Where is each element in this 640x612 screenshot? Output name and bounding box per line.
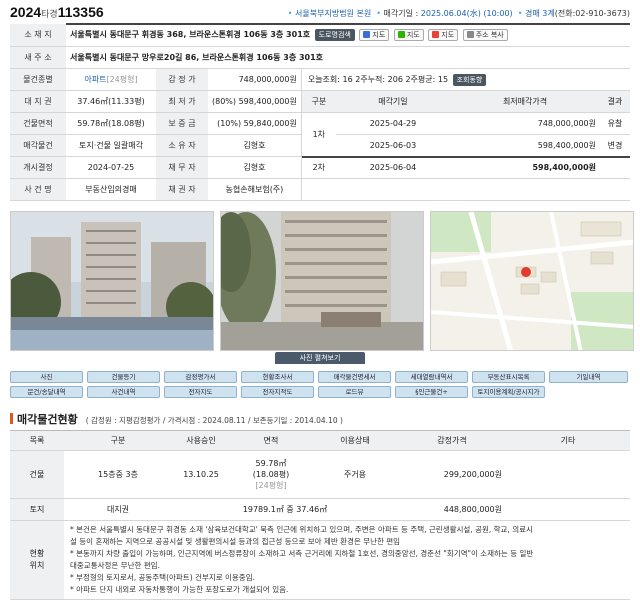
- land-value: 37.46㎡(11.33평): [66, 90, 156, 113]
- history-header: 결과: [600, 90, 630, 113]
- building-photo-2[interactable]: [220, 211, 424, 351]
- tab-nearby[interactable]: §인근물건+: [395, 386, 468, 398]
- new-address-value: 서울특별시 동대문구 망우로20길 86, 브라운스톤휘경 106동 3층 30…: [70, 52, 324, 62]
- history-header: 매각기일: [335, 90, 451, 113]
- naver-map-button[interactable]: 지도: [393, 29, 424, 42]
- division-phone: (전화:02-910-3673): [554, 9, 630, 18]
- photo-strip: [10, 211, 636, 354]
- goods-header: 목록: [10, 430, 64, 451]
- section-marker: [10, 413, 13, 424]
- min-price-label: 최 저 가: [156, 90, 208, 113]
- google-map-button[interactable]: 지도: [428, 29, 459, 42]
- case-header: 2024타경113356 • 서울북부지방법원 본원 • 매각기일 : 2025…: [10, 4, 630, 22]
- tab-status-survey[interactable]: 현황조사서: [241, 371, 314, 383]
- history-row-current: 2차 2025-06-04 598,400,000원: [301, 155, 630, 179]
- appraisal-label: 감 정 가: [156, 68, 208, 91]
- goods-row-building: 건물 15층중 3층 13.10.25 59.78㎡ (18.08평) [24평…: [10, 450, 630, 499]
- location-map[interactable]: [430, 211, 634, 351]
- debtor-value: 김형호: [208, 156, 302, 179]
- tab-documents[interactable]: 문건/송달내역: [10, 386, 83, 398]
- building-area-value: 59.78㎡(18.08평): [66, 112, 156, 135]
- copy-address-button[interactable]: 주소 복사: [462, 29, 508, 42]
- type-value: 아파트: [84, 74, 107, 84]
- tab-household-list[interactable]: 세대열람내역서: [395, 371, 468, 383]
- type-label: 물건종별: [10, 68, 66, 91]
- photo-gallery-button[interactable]: 사진 펼쳐보기: [275, 352, 365, 364]
- goods-row-land: 토지 대지권 19789.1㎡ 중 37.46㎡ 448,800,000원: [10, 498, 630, 521]
- history-header: 구분: [301, 90, 336, 113]
- division: 경매 3계: [525, 9, 555, 18]
- goods-row-status: 현황 위치 * 본건은 서울특별시 동대문구 휘경동 소재 '삼육보건대학교' 북…: [10, 520, 630, 600]
- history-row: 1차 2025-04-29 748,000,000원 유찰: [301, 112, 630, 157]
- goods-header: 면적: [230, 430, 312, 451]
- history-header: 최저매각가격: [450, 90, 600, 113]
- land-label: 대 지 권: [10, 90, 66, 113]
- case-meta: • 서울북부지방법원 본원 • 매각기일 : 2025.06.04(水) (10…: [287, 9, 630, 18]
- tab-roadview[interactable]: 로드뷰: [318, 386, 391, 398]
- goods-header: 사용승인: [172, 430, 230, 451]
- type-size: [24평형]: [106, 74, 138, 84]
- sale-date: 2025.06.04(水) (10:00): [420, 9, 513, 18]
- court-link[interactable]: 서울북부지방법원 본원: [295, 9, 371, 18]
- tab-appraisal[interactable]: 감정평가서: [164, 371, 237, 383]
- tab-date-history[interactable]: 기일내역: [549, 371, 628, 383]
- daum-icon: [363, 31, 371, 39]
- tab-building-registry[interactable]: 건물등기: [87, 371, 160, 383]
- history-row: 2025-06-03 598,400,000원 변경: [302, 134, 630, 157]
- copy-icon: [466, 31, 474, 39]
- deposit-value: (10%) 59,840,000원: [208, 112, 302, 135]
- creditor-label: 채 권 자: [156, 178, 208, 201]
- naver-icon: [397, 31, 405, 39]
- deposit-label: 보 증 금: [156, 112, 208, 135]
- goods-table: 목록 구분 사용승인 면적 이용상태 감정가격 기타 건물 15층중 3층 13…: [10, 430, 630, 600]
- address-label: 소 재 지: [10, 24, 66, 47]
- section-title: 매각물건현황( 감정원 : 지평감정평가 / 가격시점 : 2024.08.11…: [10, 411, 343, 427]
- tab-photos[interactable]: 사진: [10, 371, 83, 383]
- building-area-label: 건물면적: [10, 112, 66, 135]
- casename-label: 사 건 명: [10, 178, 66, 201]
- case-info-table: 소 재 지 서울특별시 동대문구 휘경동 368, 브라운스톤휘경 106동 3…: [10, 23, 630, 201]
- google-icon: [432, 31, 440, 39]
- views-stats: 오늘조회: 16 2주누적: 206 2주평균: 15 조회동향: [301, 69, 630, 91]
- tab-e-map[interactable]: 전자지도: [164, 386, 237, 398]
- owner-value: 김형호: [208, 134, 302, 157]
- address-value: 서울특별시 동대문구 휘경동 368, 브라운스톤휘경 106동 3층 301호: [70, 30, 311, 40]
- goods-header: 이용상태: [312, 430, 398, 451]
- view-trend-button[interactable]: 조회동향: [452, 73, 487, 86]
- tab-sale-specification[interactable]: 매각물건명세서: [318, 371, 391, 383]
- section-subtitle: ( 감정원 : 지평감정평가 / 가격시점 : 2024.08.11 / 보존등…: [85, 416, 343, 425]
- target-value: 토지·건물 일괄매각: [66, 134, 156, 157]
- sale-history-table: 구분 매각기일 최저매각가격 결과 1차 2025-04-29 748,000,…: [301, 90, 630, 179]
- start-label: 개시결정: [10, 156, 66, 179]
- tab-property-list[interactable]: 부동산표시목록: [472, 371, 545, 383]
- goods-header: 구분: [64, 430, 172, 451]
- road-search-button[interactable]: 도로명검색: [314, 29, 355, 42]
- debtor-label: 채 무 자: [156, 156, 208, 179]
- building-photo-1[interactable]: [10, 211, 214, 351]
- case-number: 2024타경113356: [10, 4, 104, 20]
- appraisal-value: 748,000,000원: [208, 68, 302, 91]
- goods-header: 감정가격: [398, 430, 506, 451]
- min-price-value: (80%) 598,400,000원: [208, 90, 302, 113]
- tab-land-plan[interactable]: 토지이용계획/공시지가: [472, 386, 545, 398]
- daum-map-button[interactable]: 지도: [359, 29, 390, 42]
- new-address-label: 새 주 소: [10, 46, 66, 69]
- creditor-value: 농협손해보험(주): [208, 178, 302, 201]
- start-value: 2024-07-25: [66, 156, 156, 179]
- tab-case-history[interactable]: 사건내역: [87, 386, 160, 398]
- tab-cadastral-map[interactable]: 전자지적도: [241, 386, 314, 398]
- casename-value: 부동산임의경매: [66, 178, 156, 201]
- owner-label: 소 유 자: [156, 134, 208, 157]
- target-label: 매각물건: [10, 134, 66, 157]
- goods-header: 기타: [506, 430, 630, 451]
